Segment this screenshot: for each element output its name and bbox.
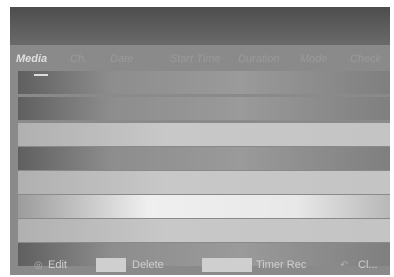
list-row[interactable] bbox=[18, 147, 390, 170]
column-duration-header: Duration bbox=[238, 53, 280, 65]
return-icon: ↶ bbox=[340, 260, 349, 271]
selection-cursor bbox=[34, 74, 48, 76]
column-start-time-header: Start Time bbox=[170, 53, 221, 65]
title-bar bbox=[10, 7, 390, 45]
list-row[interactable] bbox=[18, 219, 390, 242]
red-button-key bbox=[96, 258, 126, 272]
list-row[interactable] bbox=[18, 123, 390, 146]
column-ch-header: Ch. bbox=[70, 53, 88, 65]
footer-bar: ◎ Edit Delete Timer Rec ↶ Cl... bbox=[10, 255, 390, 275]
list-header: Media Ch. Date Start Time Duration Mode … bbox=[10, 49, 390, 71]
timer-list-screen: Media Ch. Date Start Time Duration Mode … bbox=[10, 7, 390, 275]
list-row[interactable] bbox=[18, 71, 390, 94]
column-media-header[interactable]: Media bbox=[16, 53, 47, 65]
list-row[interactable] bbox=[18, 97, 390, 120]
timer-rec-label[interactable]: Timer Rec bbox=[256, 259, 306, 271]
edit-label[interactable]: Edit bbox=[48, 259, 67, 271]
blue-button-key bbox=[202, 258, 252, 272]
list-row[interactable] bbox=[18, 195, 390, 218]
list-row[interactable] bbox=[18, 171, 390, 194]
delete-label[interactable]: Delete bbox=[132, 259, 164, 271]
edit-circle-icon: ◎ bbox=[34, 260, 43, 271]
column-date-header: Date bbox=[110, 53, 134, 65]
column-check-header: Check bbox=[350, 53, 382, 65]
close-label[interactable]: Cl... bbox=[358, 259, 378, 271]
column-mode-header: Mode bbox=[300, 53, 328, 65]
